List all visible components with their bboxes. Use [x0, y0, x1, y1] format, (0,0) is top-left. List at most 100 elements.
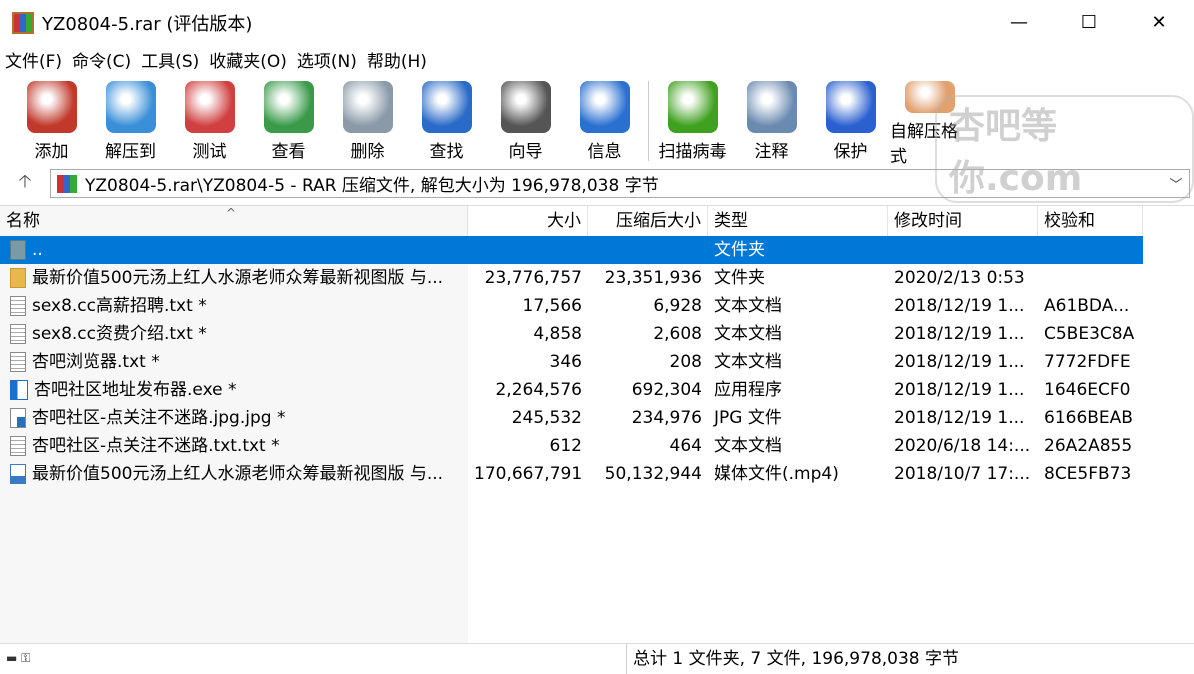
file-size: 612	[549, 436, 582, 456]
file-modified: 2020/2/13 0:53	[894, 268, 1025, 288]
file-packed: 23,351,936	[604, 268, 702, 288]
toolbar-label: 扫描病毒	[658, 142, 727, 162]
toolbar-button[interactable]: 删除	[328, 75, 407, 167]
drive-status-icons[interactable]: ▬ ⚿	[0, 651, 626, 666]
wizard-wand-icon	[500, 81, 551, 133]
file-row[interactable]: 杏吧浏览器.txt * 346 208 文本文档 2018/12/19 1... 7772…	[0, 348, 1143, 376]
maximize-button[interactable]: ☐	[1054, 0, 1124, 45]
file-row[interactable]: sex8.cc高薪招聘.txt * 17,566 6,928 文本文档 2018/12/…	[0, 292, 1143, 320]
add-archive-icon	[26, 81, 77, 133]
column-name-label: 名称	[6, 211, 40, 231]
toolbar-button[interactable]: 信息	[565, 75, 644, 167]
toolbar-button[interactable]: 保护	[811, 75, 890, 167]
file-row[interactable]: 最新价值500元汤上红人水源老师众筹最新视图版 与... 170,667,791 5…	[0, 460, 1143, 488]
file-packed: 692,304	[631, 380, 702, 400]
toolbar-button[interactable]: 查找	[407, 75, 486, 167]
file-name-cell: sex8.cc资费介绍.txt *	[0, 320, 468, 348]
archive-icon	[57, 174, 77, 193]
toolbar-label: 保护	[833, 142, 868, 162]
shield-icon	[825, 81, 876, 133]
file-name: 杏吧社区-点关注不迷路.txt.txt *	[32, 436, 280, 456]
toolbar-button[interactable]: 注释	[732, 75, 811, 167]
file-row[interactable]: 杏吧社区-点关注不迷路.txt.txt * 612 464 文本文档 2020/6/18…	[0, 432, 1143, 460]
title-bar: YZ0804-5.rar (评估版本) — ☐ ✕	[0, 0, 1194, 45]
folder-file-icon	[10, 268, 26, 288]
file-size: 346	[549, 352, 582, 372]
menu-item[interactable]: 选项(N)	[292, 47, 362, 72]
txt-file-icon	[10, 352, 26, 372]
column-modified[interactable]: 修改时间	[888, 206, 1038, 236]
exe-file-icon	[10, 380, 28, 400]
view-book-icon	[263, 81, 314, 133]
extract-folder-icon	[105, 81, 156, 133]
file-size: 17,566	[522, 296, 582, 316]
file-name: 杏吧社区地址发布器.exe *	[34, 380, 237, 400]
file-modified: 2018/10/7 17:...	[894, 464, 1031, 484]
file-packed: 464	[669, 436, 702, 456]
minimize-button[interactable]: —	[984, 0, 1054, 45]
file-name-cell: 最新价值500元汤上红人水源老师众筹最新视图版 与...	[0, 264, 468, 292]
search-magnifier-icon	[421, 81, 472, 133]
menu-item[interactable]: 帮助(H)	[362, 47, 432, 72]
file-crc: 26A2A855	[1044, 436, 1133, 456]
column-packed[interactable]: 压缩后大小	[588, 206, 708, 236]
toolbar-button[interactable]: 查看	[249, 75, 328, 167]
test-checklist-icon	[184, 81, 235, 133]
toolbar-separator	[648, 81, 649, 161]
up-arrow-icon[interactable]: 🡡	[0, 169, 50, 199]
file-row[interactable]: sex8.cc资费介绍.txt * 4,858 2,608 文本文档 2018/12/1…	[0, 320, 1143, 348]
file-modified	[888, 236, 1038, 264]
close-button[interactable]: ✕	[1124, 0, 1194, 45]
toolbar-button[interactable]: 扫描病毒	[653, 75, 732, 167]
toolbar-button[interactable]: 向导	[486, 75, 565, 167]
file-modified: 2018/12/19 1...	[894, 380, 1025, 400]
file-name-cell: 最新价值500元汤上红人水源老师众筹最新视图版 与...	[0, 460, 468, 488]
txt-file-icon	[10, 324, 26, 344]
menu-item[interactable]: 收藏夹(O)	[204, 47, 292, 72]
file-packed: 50,132,944	[604, 464, 702, 484]
file-size: 23,776,757	[484, 268, 582, 288]
file-name-cell: 杏吧浏览器.txt *	[0, 348, 468, 376]
file-list: 名称 ^ 大小 压缩后大小 类型 修改时间 校验和 .. 文件夹 最新价值500元汤上…	[0, 205, 1194, 643]
address-bar: 🡡 YZ0804-5.rar\YZ0804-5 - RAR 压缩文件, 解包大小…	[0, 168, 1194, 199]
toolbar-label: 查找	[429, 142, 464, 162]
toolbar-button[interactable]: 添加	[12, 75, 91, 167]
file-name-cell: 杏吧社区地址发布器.exe *	[0, 376, 468, 404]
sort-ascending-icon: ^	[226, 206, 237, 220]
column-name[interactable]: 名称 ^	[0, 206, 468, 236]
file-size	[468, 236, 588, 264]
menu-item[interactable]: 文件(F)	[0, 47, 67, 72]
file-name: 杏吧浏览器.txt *	[32, 352, 160, 372]
menu-item[interactable]: 命令(C)	[67, 47, 136, 72]
file-name-cell: ..	[0, 236, 468, 264]
column-crc[interactable]: 校验和	[1038, 206, 1143, 236]
txt-file-icon	[10, 296, 26, 316]
txt-file-icon	[10, 436, 26, 456]
file-name: 杏吧社区-点关注不迷路.jpg.jpg *	[32, 408, 286, 428]
file-size: 245,532	[511, 408, 582, 428]
file-type: JPG 文件	[714, 408, 782, 428]
column-size[interactable]: 大小	[468, 206, 588, 236]
info-icon	[579, 81, 630, 133]
file-row[interactable]: 杏吧社区地址发布器.exe * 2,264,576 692,304 应用程序 2018/…	[0, 376, 1143, 404]
file-type: 文本文档	[714, 324, 782, 344]
file-row[interactable]: 最新价值500元汤上红人水源老师众筹最新视图版 与... 23,776,757 23…	[0, 264, 1143, 292]
file-name: sex8.cc高薪招聘.txt *	[32, 296, 207, 316]
mp4-file-icon	[10, 464, 26, 484]
toolbar-label: 测试	[192, 142, 227, 162]
file-row[interactable]: .. 文件夹	[0, 236, 1143, 264]
file-crc: 8CE5FB73	[1044, 464, 1132, 484]
file-crc: 1646ECF0	[1044, 380, 1131, 400]
file-crc: 7772FDFE	[1044, 352, 1131, 372]
file-row[interactable]: 杏吧社区-点关注不迷路.jpg.jpg * 245,532 234,976 JPG 文…	[0, 404, 1143, 432]
status-bar: ▬ ⚿ 总计 1 文件夹, 7 文件, 196,978,038 字节	[0, 643, 1194, 674]
path-combobox[interactable]: YZ0804-5.rar\YZ0804-5 - RAR 压缩文件, 解包大小为 …	[50, 169, 1190, 198]
toolbar-label: 向导	[508, 142, 543, 162]
file-type: 文本文档	[714, 352, 782, 372]
column-type[interactable]: 类型	[708, 206, 888, 236]
toolbar-button[interactable]: 测试	[170, 75, 249, 167]
file-name: ..	[32, 240, 43, 260]
toolbar-button[interactable]: 解压到	[91, 75, 170, 167]
menu-item[interactable]: 工具(S)	[136, 47, 204, 72]
chevron-down-icon[interactable]: ﹀	[1163, 174, 1189, 193]
